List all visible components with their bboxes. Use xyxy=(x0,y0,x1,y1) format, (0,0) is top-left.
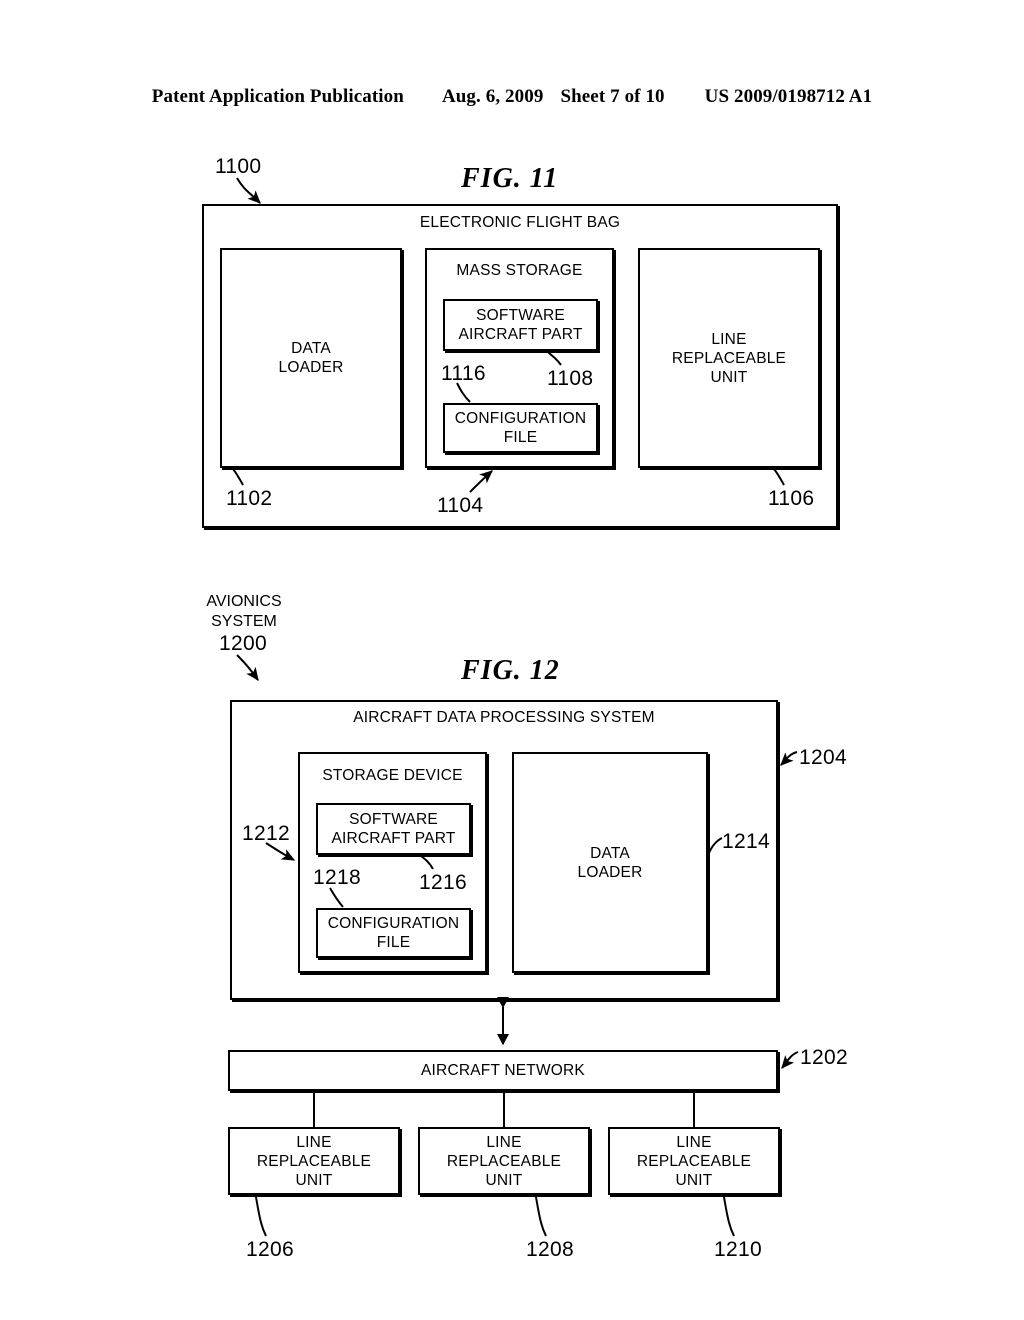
mass-storage-ref: 1104 xyxy=(437,494,484,517)
avionics-system-label: AVIONICS SYSTEM xyxy=(206,593,282,630)
electronic-flight-bag-label: ELECTRONIC FLIGHT BAG xyxy=(419,214,621,231)
storage-device-ref: 1212 xyxy=(242,822,290,845)
fig12-line-replaceable-unit-1-ref: 1206 xyxy=(246,1238,294,1261)
aircraft-network-label: AIRCRAFT NETWORK xyxy=(421,1062,585,1079)
fig11-configuration-file-ref: 1116 xyxy=(441,362,486,385)
publication-header: Patent Application Publication Aug. 6, 2… xyxy=(0,86,1024,108)
leader-1208 xyxy=(535,1196,547,1237)
figure-11-title: FIG. 11 xyxy=(461,163,559,194)
publication-header-date: Aug. 6, 2009 xyxy=(441,86,544,107)
avionics-system-ref: 1200 xyxy=(219,632,267,655)
publication-header-number: US 2009/0198712 A1 xyxy=(704,86,873,107)
fig12-configuration-file-label: CONFIGURATION FILE xyxy=(327,915,460,951)
fig11-data-loader-ref: 1102 xyxy=(226,487,273,510)
mass-storage-label: MASS STORAGE xyxy=(456,262,583,279)
figure-11-system-ref: 1100 xyxy=(215,155,262,178)
fig12-line-replaceable-unit-2-ref: 1208 xyxy=(526,1238,574,1261)
fig12-software-aircraft-part-ref: 1216 xyxy=(419,871,467,894)
fig12-configuration-file-ref: 1218 xyxy=(313,866,361,889)
leader-1210 xyxy=(723,1196,735,1237)
storage-device-label: STORAGE DEVICE xyxy=(322,767,463,784)
fig11-software-aircraft-part-label: SOFTWARE AIRCRAFT PART xyxy=(458,307,583,343)
leader-1202 xyxy=(781,1051,799,1069)
fig12-line-replaceable-unit-3-ref: 1210 xyxy=(714,1238,762,1261)
fig12-line-replaceable-unit-2-label: LINE REPLACEABLE UNIT xyxy=(446,1133,562,1189)
leader-1206 xyxy=(255,1196,267,1237)
fig11-configuration-file-label: CONFIGURATION FILE xyxy=(454,410,587,446)
fig12-line-replaceable-unit-3-label: LINE REPLACEABLE UNIT xyxy=(636,1133,752,1189)
fig12-data-loader-label: DATA LOADER xyxy=(577,844,643,881)
fig12-software-aircraft-part-label: SOFTWARE AIRCRAFT PART xyxy=(331,811,456,847)
leader-1100 xyxy=(236,177,261,204)
publication-header-title: Patent Application Publication xyxy=(151,86,404,107)
fig11-line-replaceable-unit-label: LINE REPLACEABLE UNIT xyxy=(671,330,787,386)
aircraft-data-processing-system-ref: 1204 xyxy=(799,746,847,769)
leader-1204 xyxy=(780,751,798,766)
leader-1200 xyxy=(236,654,259,681)
patent-drawing-sheet: Patent Application Publication Aug. 6, 2… xyxy=(0,0,1024,1320)
publication-header-sheet: Sheet 7 of 10 xyxy=(560,86,665,107)
fig11-software-aircraft-part-ref: 1108 xyxy=(547,367,594,390)
aircraft-network-ref: 1202 xyxy=(800,1046,848,1069)
fig12-line-replaceable-unit-1-label: LINE REPLACEABLE UNIT xyxy=(256,1133,372,1189)
fig12-data-loader-ref: 1214 xyxy=(722,830,770,853)
fig11-data-loader-label: DATA LOADER xyxy=(278,340,344,376)
figure-12-title: FIG. 12 xyxy=(461,655,560,686)
fig11-line-replaceable-unit-ref: 1106 xyxy=(768,487,815,510)
aircraft-data-processing-system-label: AIRCRAFT DATA PROCESSING SYSTEM xyxy=(353,709,655,726)
